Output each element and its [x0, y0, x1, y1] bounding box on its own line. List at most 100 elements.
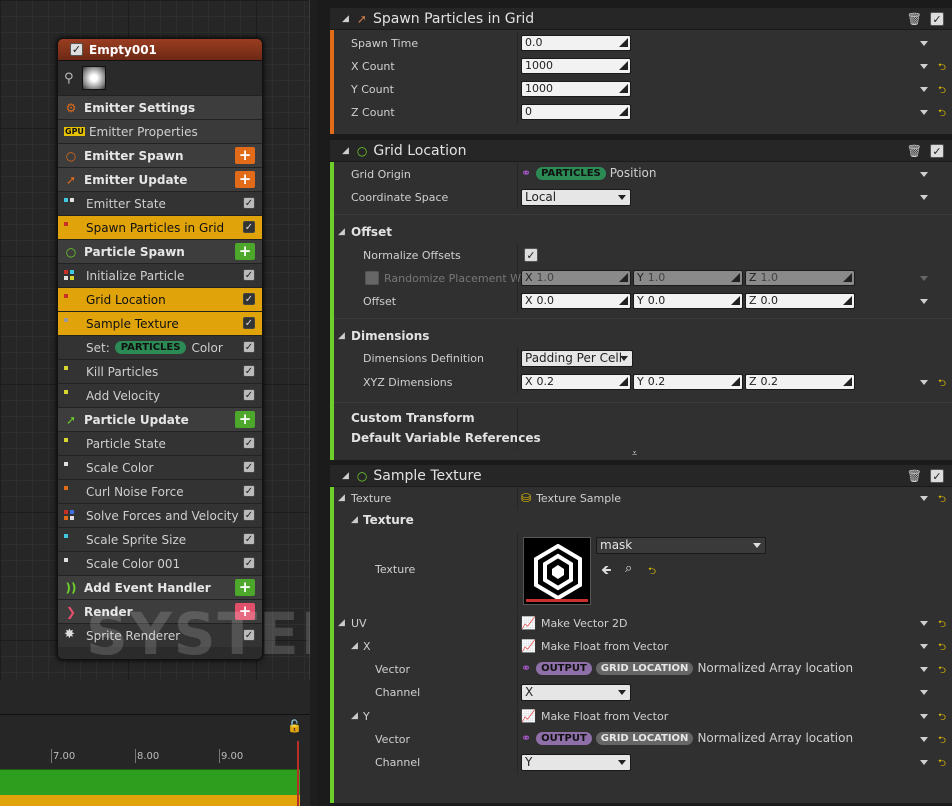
module-enabled-checkbox[interactable]: ✓: [243, 557, 255, 569]
stack-module-emitter-state[interactable]: Emitter State ✓: [58, 191, 262, 215]
module-enabled-checkbox[interactable]: ✓: [243, 365, 255, 377]
chevron-down-icon[interactable]: [920, 380, 928, 385]
pin-icon[interactable]: ⚲: [64, 71, 74, 86]
collapse-triangle-icon[interactable]: ◢: [342, 471, 349, 481]
use-selected-arrow-icon[interactable]: 🡸: [601, 561, 612, 583]
timeline-panel[interactable]: 7.00 8.00 9.00 🔓: [0, 714, 310, 806]
normalize-offsets-checkbox[interactable]: ✓: [524, 248, 538, 262]
stack-module-sample-texture[interactable]: Sample Texture ✓: [58, 311, 262, 335]
offset-z-input[interactable]: Z 0.0: [745, 293, 855, 309]
category-dimensions[interactable]: ◢ Dimensions: [334, 325, 952, 348]
chevron-down-icon[interactable]: [920, 644, 928, 649]
stack-module-scale-color-001[interactable]: Scale Color 001 ✓: [58, 551, 262, 575]
xyz-z-input[interactable]: Z 0.2: [745, 374, 855, 390]
chevron-down-icon[interactable]: [920, 714, 928, 719]
stack-module-scale-color[interactable]: Scale Color ✓: [58, 455, 262, 479]
timeline-ruler[interactable]: 7.00 8.00 9.00 🔓: [0, 715, 310, 769]
module-enabled-checkbox[interactable]: ✓: [243, 437, 255, 449]
stack-module-grid-location[interactable]: Grid Location ✓: [58, 287, 262, 311]
chevron-down-icon[interactable]: [920, 41, 928, 46]
uv-x-value[interactable]: 📈 Make Float from Vector: [521, 639, 668, 653]
stack-module-scale-sprite-size[interactable]: Scale Sprite Size ✓: [58, 527, 262, 551]
emitter-graph-panel[interactable]: ✓ Empty001 ⚲ ⚙ Emitter Settings GPU Emitter…: [0, 0, 318, 806]
reset-to-default-icon[interactable]: ⮌: [938, 106, 946, 123]
add-module-button[interactable]: +: [235, 411, 255, 428]
trash-icon[interactable]: 🗑: [907, 469, 922, 483]
reset-to-default-icon[interactable]: ⮌: [938, 617, 946, 634]
section-header[interactable]: ◢ ○ Sample Texture 🗑 ✓: [330, 465, 952, 487]
stack-module-curl-noise-force[interactable]: Curl Noise Force ✓: [58, 479, 262, 503]
stack-module-solve-forces-and-velocity[interactable]: Solve Forces and Velocity ✓: [58, 503, 262, 527]
stack-module-kill-particles[interactable]: Kill Particles ✓: [58, 359, 262, 383]
category-offset[interactable]: ◢ Offset: [334, 221, 952, 244]
collapse-triangle-icon[interactable]: ◢: [338, 227, 345, 237]
chevron-down-icon[interactable]: [920, 621, 928, 626]
browse-search-icon[interactable]: ⌕: [625, 561, 632, 576]
timeline-track-emitter[interactable]: [0, 769, 300, 795]
offset-y-input[interactable]: Y 0.0: [633, 293, 743, 309]
trash-icon[interactable]: 🗑: [907, 144, 922, 158]
chevron-down-icon[interactable]: [920, 667, 928, 672]
module-enabled-checkbox[interactable]: ✓: [243, 485, 255, 497]
collapse-triangle-icon[interactable]: ◢: [351, 711, 358, 721]
chevron-down-icon[interactable]: [920, 87, 928, 92]
collapse-triangle-icon[interactable]: ◢: [342, 146, 349, 156]
uv-x-vector-value[interactable]: ⚭ OUTPUT GRID LOCATION Normalized Array …: [521, 661, 853, 675]
module-enabled-checkbox[interactable]: ✓: [930, 144, 944, 158]
module-enabled-checkbox[interactable]: ✓: [930, 469, 944, 483]
chevron-down-icon[interactable]: [920, 299, 928, 304]
module-enabled-checkbox[interactable]: ✓: [930, 12, 944, 26]
dimensions-definition-dropdown[interactable]: Padding Per Cell: [521, 350, 633, 367]
stack-item-emitter-properties[interactable]: GPU Emitter Properties: [58, 119, 262, 143]
x-count-input[interactable]: 1000: [521, 58, 631, 74]
x-channel-dropdown[interactable]: X: [521, 684, 631, 701]
y-channel-dropdown[interactable]: Y: [521, 754, 631, 771]
chevron-down-icon[interactable]: [920, 172, 928, 177]
collapse-triangle-icon[interactable]: ◢: [338, 618, 345, 628]
stack-group-particle-spawn[interactable]: ○ Particle Spawn +: [58, 239, 262, 263]
reset-to-default-icon[interactable]: ⮌: [648, 564, 656, 581]
randomize-edit-checkbox[interactable]: [365, 271, 379, 285]
reset-to-default-icon[interactable]: ⮌: [938, 710, 946, 727]
stack-module-initialize-particle[interactable]: Initialize Particle ✓: [58, 263, 262, 287]
emitter-enabled-checkbox[interactable]: ✓: [70, 43, 83, 56]
category-default-variable-references[interactable]: Default Variable References: [334, 427, 952, 450]
texture-asset-dropdown[interactable]: mask: [596, 537, 766, 554]
module-enabled-checkbox[interactable]: ✓: [243, 461, 255, 473]
texture-sample-value[interactable]: ⛁ Texture Sample: [521, 491, 621, 505]
z-count-input[interactable]: 0: [521, 104, 631, 120]
section-header[interactable]: ◢ ➚ Spawn Particles in Grid 🗑 ✓: [330, 8, 952, 30]
uv-y-value[interactable]: 📈 Make Float from Vector: [521, 709, 668, 723]
collapse-triangle-icon[interactable]: ◢: [338, 331, 345, 341]
collapse-triangle-icon[interactable]: ◢: [351, 515, 358, 525]
stack-group-emitter-settings[interactable]: ⚙ Emitter Settings: [58, 95, 262, 119]
add-module-button[interactable]: +: [235, 171, 255, 188]
reset-to-default-icon[interactable]: ⮌: [938, 640, 946, 657]
stack-module-spawn-particles-in-grid[interactable]: Spawn Particles in Grid ✓: [58, 215, 262, 239]
chevron-down-icon[interactable]: [920, 690, 928, 695]
emitter-node-title[interactable]: ✓ Empty001: [58, 39, 262, 61]
y-count-input[interactable]: 1000: [521, 81, 631, 97]
module-enabled-checkbox[interactable]: ✓: [243, 197, 255, 209]
category-texture[interactable]: ◢ Texture: [334, 509, 952, 532]
stack-module-add-velocity[interactable]: Add Velocity ✓: [58, 383, 262, 407]
add-module-button[interactable]: +: [235, 579, 255, 596]
panel-splitter[interactable]: [310, 0, 318, 806]
trash-icon[interactable]: 🗑: [907, 12, 922, 26]
stack-group-particle-update[interactable]: ➚ Particle Update +: [58, 407, 262, 431]
timeline-track-secondary[interactable]: [0, 795, 300, 806]
reset-to-default-icon[interactable]: ⮌: [938, 376, 946, 393]
collapse-triangle-icon[interactable]: ◢: [342, 14, 349, 24]
chevron-down-icon[interactable]: [920, 110, 928, 115]
uv-value[interactable]: 📈 Make Vector 2D: [521, 616, 627, 630]
spawn-time-input[interactable]: 0.0: [521, 35, 631, 51]
reset-to-default-icon[interactable]: ⮌: [938, 492, 946, 509]
module-enabled-checkbox[interactable]: ✓: [243, 293, 255, 305]
selection-details-panel[interactable]: ◢ ➚ Spawn Particles in Grid 🗑 ✓ Spawn Ti…: [318, 0, 952, 806]
module-enabled-checkbox[interactable]: ✓: [243, 341, 255, 353]
xyz-x-input[interactable]: X 0.2: [521, 374, 631, 390]
stack-group-emitter-spawn[interactable]: ○ Emitter Spawn +: [58, 143, 262, 167]
coordinate-space-dropdown[interactable]: Local: [521, 189, 631, 206]
reset-to-default-icon[interactable]: ⮌: [938, 83, 946, 100]
xyz-y-input[interactable]: Y 0.2: [633, 374, 743, 390]
